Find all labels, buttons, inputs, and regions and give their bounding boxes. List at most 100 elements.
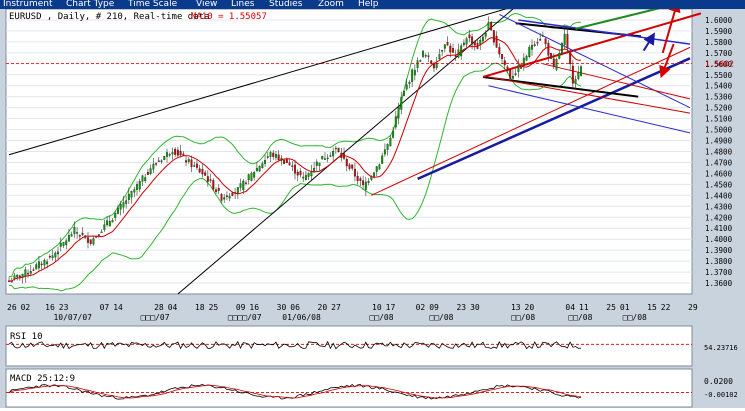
candle-body bbox=[51, 255, 54, 258]
candle-body bbox=[411, 69, 414, 82]
candle-body bbox=[245, 182, 247, 184]
x-day-label: 04 bbox=[565, 303, 575, 312]
x-day-label: 07 bbox=[100, 303, 110, 312]
candle-body bbox=[394, 116, 397, 128]
menu-zoom[interactable]: Zoom bbox=[318, 0, 344, 9]
candle-body bbox=[332, 151, 335, 157]
macd-panel bbox=[5, 368, 693, 408]
y-tick-label: 1.4300 bbox=[705, 202, 733, 211]
x-day-label: 30 bbox=[470, 303, 480, 312]
macd-top-tick: 0.0200 bbox=[704, 377, 733, 386]
candle-body bbox=[511, 75, 514, 79]
menu-studies[interactable]: Studies bbox=[269, 0, 302, 9]
y-tick-label: 1.4100 bbox=[705, 224, 733, 233]
x-day-label: 16 bbox=[249, 303, 259, 312]
candle-body bbox=[146, 172, 149, 175]
menu-instrument[interactable]: Instrument bbox=[3, 0, 53, 9]
candle-body bbox=[348, 164, 351, 169]
candle-body bbox=[427, 55, 430, 57]
candle-body bbox=[536, 42, 539, 44]
y-tick-label: 1.4200 bbox=[705, 213, 733, 222]
x-day-label: 09 bbox=[236, 303, 246, 312]
candle-body bbox=[561, 42, 563, 54]
candle-body bbox=[449, 45, 452, 53]
candle-body bbox=[337, 147, 340, 153]
candle-body bbox=[193, 165, 196, 167]
candle-body bbox=[89, 239, 92, 244]
candle-body bbox=[223, 197, 226, 200]
x-day-label: 27 bbox=[331, 303, 341, 312]
candle-body bbox=[239, 183, 242, 188]
x-day-label: 20 bbox=[525, 303, 535, 312]
x-day-label: 09 bbox=[429, 303, 439, 312]
candle-body bbox=[462, 42, 465, 46]
candle-body bbox=[163, 156, 166, 160]
candle-body bbox=[465, 38, 468, 45]
candle-body bbox=[27, 273, 30, 275]
menu-bar: Instrument Chart Type Time Scale View Lines S… bbox=[0, 0, 745, 9]
candle-body bbox=[326, 157, 329, 160]
rsi-label: RSI 10 bbox=[10, 332, 43, 342]
candle-body bbox=[152, 163, 155, 170]
x-day-label: 23 bbox=[59, 303, 69, 312]
menu-time-scale[interactable]: Time Scale bbox=[128, 0, 177, 9]
candle-body bbox=[190, 159, 193, 168]
x-day-label: 02 bbox=[416, 303, 426, 312]
candle-body bbox=[46, 261, 49, 265]
candle-body bbox=[73, 227, 76, 235]
rsi-value-label: 54.23716 bbox=[704, 344, 738, 352]
candle-body bbox=[362, 180, 365, 186]
y-tick-label: 1.5800 bbox=[705, 38, 733, 47]
candle-body bbox=[392, 130, 395, 138]
candle-body bbox=[550, 53, 553, 59]
x-period-label: □□/08 bbox=[429, 313, 453, 322]
candle-body bbox=[149, 168, 152, 174]
candle-body bbox=[438, 54, 441, 60]
candle-body bbox=[166, 152, 168, 157]
menu-help[interactable]: Help bbox=[358, 0, 379, 9]
candle-body bbox=[250, 172, 253, 181]
candle-body bbox=[182, 153, 185, 156]
candle-body bbox=[419, 60, 422, 62]
candle-body bbox=[345, 158, 348, 167]
candle-body bbox=[114, 213, 117, 218]
candle-body bbox=[16, 274, 19, 278]
candle-body bbox=[446, 42, 449, 46]
candle-body bbox=[389, 137, 392, 147]
candle-body bbox=[103, 224, 106, 230]
x-day-label: 22 bbox=[661, 303, 671, 312]
x-day-label: 13 bbox=[511, 303, 521, 312]
y-tick-label: 1.3600 bbox=[705, 279, 733, 288]
candle-body bbox=[65, 240, 68, 246]
candle-body bbox=[288, 162, 291, 166]
candle-body bbox=[400, 97, 403, 110]
x-day-label: 30 bbox=[277, 303, 287, 312]
candle-body bbox=[100, 231, 103, 234]
candle-body bbox=[141, 175, 144, 182]
candle-body bbox=[334, 147, 337, 150]
candle-body bbox=[106, 220, 109, 226]
candle-body bbox=[285, 159, 288, 163]
candle-body bbox=[580, 66, 583, 76]
candle-body bbox=[40, 263, 43, 266]
candle-body bbox=[416, 60, 419, 68]
candle-body bbox=[283, 160, 286, 164]
candle-body bbox=[353, 168, 356, 177]
x-period-label: □□/08 bbox=[623, 313, 647, 322]
y-tick-label: 1.4600 bbox=[705, 169, 733, 178]
candle-body bbox=[291, 165, 294, 167]
current-price-label: 1.5602 bbox=[705, 60, 734, 69]
candle-body bbox=[490, 22, 493, 31]
candle-body bbox=[531, 45, 533, 50]
menu-chart-type[interactable]: Chart Type bbox=[66, 0, 114, 9]
candle-body bbox=[264, 159, 267, 164]
candle-body bbox=[318, 162, 321, 166]
x-period-label: □□/08 bbox=[568, 313, 592, 322]
chart-window: 1.6000 1.5900 1.5800 1.5700 1.5600 1.5500 1.54… bbox=[0, 0, 745, 408]
candle-body bbox=[171, 152, 174, 155]
candle-body bbox=[212, 180, 215, 190]
y-tick-label: 1.4400 bbox=[705, 191, 733, 200]
menu-view[interactable]: View bbox=[196, 0, 217, 9]
x-period-label: 10/07/07 bbox=[53, 313, 92, 322]
menu-lines[interactable]: Lines bbox=[231, 0, 254, 9]
